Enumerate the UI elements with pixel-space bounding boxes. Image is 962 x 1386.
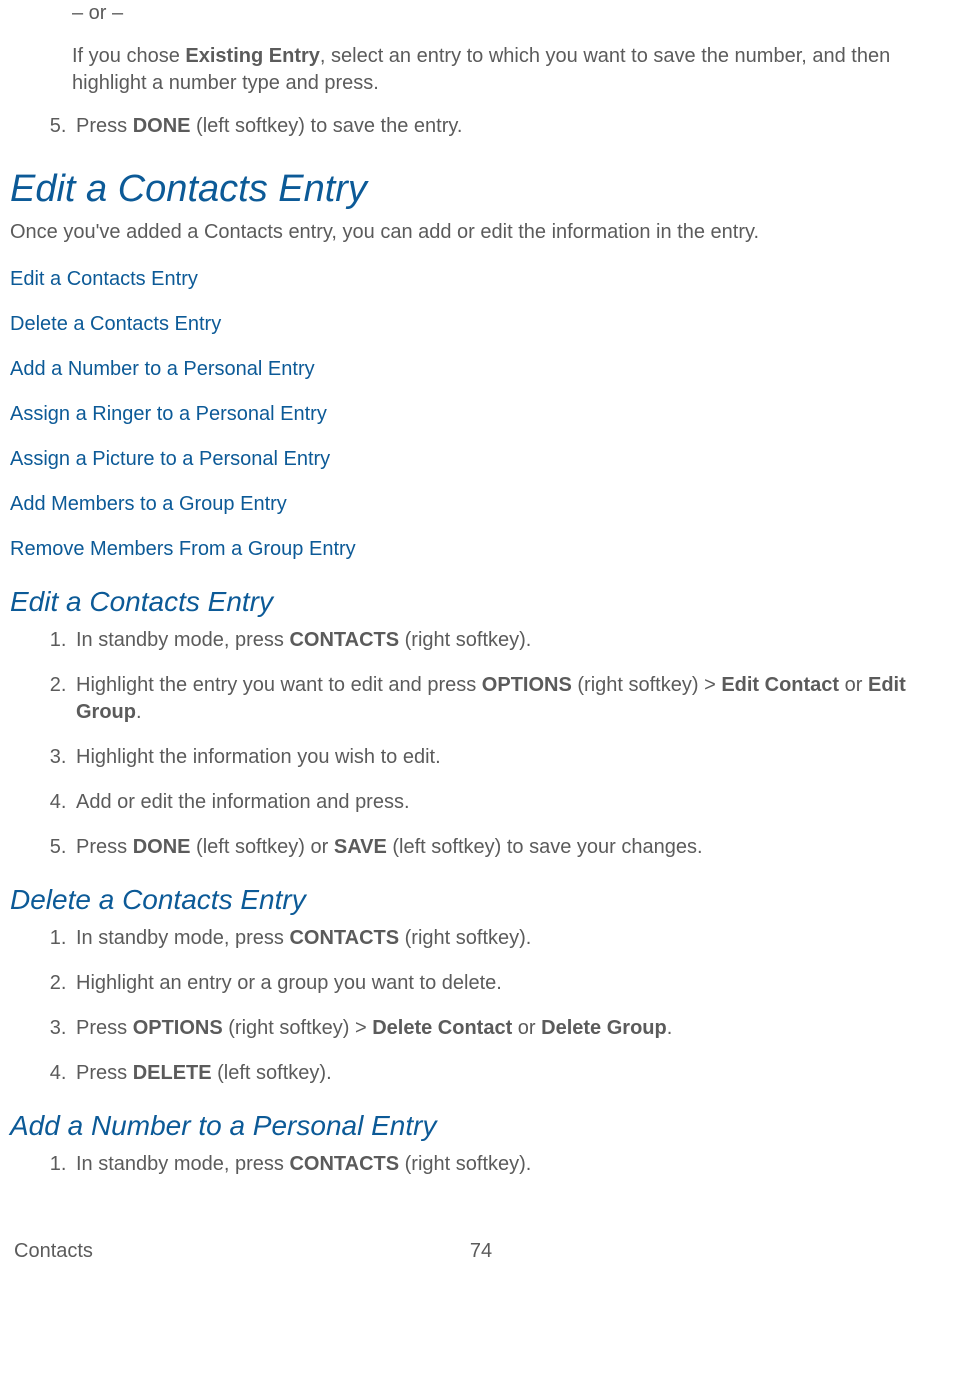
lead-paragraph: Once you've added a Contacts entry, you … <box>10 219 952 246</box>
edit-contacts-steps: In standby mode, press CONTACTS (right s… <box>36 627 952 861</box>
bold-text: DONE <box>133 836 191 858</box>
text: or <box>839 674 868 696</box>
bold-text: CONTACTS <box>289 629 399 651</box>
heading-edit-contacts: Edit a Contacts Entry <box>10 164 952 215</box>
bold-text: CONTACTS <box>289 1153 399 1175</box>
toc-link-delete-contacts[interactable]: Delete a Contacts Entry <box>10 311 952 338</box>
list-item: In standby mode, press CONTACTS (right s… <box>72 1151 952 1178</box>
text: (left softkey) or <box>190 836 333 858</box>
toc-link-remove-members[interactable]: Remove Members From a Group Entry <box>10 536 952 563</box>
text: In standby mode, press <box>76 1153 289 1175</box>
page-footer: Contacts 74 <box>10 1238 952 1265</box>
list-item: Press DONE (left softkey) to save the en… <box>72 113 952 140</box>
text: or <box>512 1017 541 1039</box>
bold-text: CONTACTS <box>289 927 399 949</box>
text: Press <box>76 1017 133 1039</box>
text: In standby mode, press <box>76 629 289 651</box>
text: (right softkey). <box>399 629 531 651</box>
list-item: Press DELETE (left softkey). <box>72 1060 952 1087</box>
list-item: In standby mode, press CONTACTS (right s… <box>72 925 952 952</box>
text: . <box>136 701 142 723</box>
delete-contacts-steps: In standby mode, press CONTACTS (right s… <box>36 925 952 1087</box>
footer-spacer <box>637 1238 948 1265</box>
bold-text: SAVE <box>334 836 387 858</box>
bold-text: Existing Entry <box>185 45 319 67</box>
or-separator: – or – <box>72 0 942 27</box>
text: (right softkey). <box>399 1153 531 1175</box>
list-item: In standby mode, press CONTACTS (right s… <box>72 627 952 654</box>
list-item: Add or edit the information and press. <box>72 789 952 816</box>
text: (right softkey). <box>399 927 531 949</box>
text: (left softkey). <box>212 1062 332 1084</box>
list-item: Press OPTIONS (right softkey) > Delete C… <box>72 1015 952 1042</box>
toc-link-add-number[interactable]: Add a Number to a Personal Entry <box>10 356 952 383</box>
list-item: Press DONE (left softkey) or SAVE (left … <box>72 834 952 861</box>
intro-paragraph: If you chose Existing Entry, select an e… <box>72 43 942 97</box>
bold-text: Delete Group <box>541 1017 667 1039</box>
toc-link-assign-picture[interactable]: Assign a Picture to a Personal Entry <box>10 446 952 473</box>
list-item: Highlight the entry you want to edit and… <box>72 672 952 726</box>
footer-page-number: 74 <box>325 1238 636 1265</box>
text: In standby mode, press <box>76 927 289 949</box>
bold-text: Delete Contact <box>372 1017 512 1039</box>
bold-text: OPTIONS <box>482 674 572 696</box>
toc-link-edit-contacts[interactable]: Edit a Contacts Entry <box>10 266 952 293</box>
list-item: Highlight an entry or a group you want t… <box>72 970 952 997</box>
bold-text: DELETE <box>133 1062 212 1084</box>
bold-text: Edit Contact <box>721 674 839 696</box>
intro-block: – or – If you chose Existing Entry, sele… <box>72 0 942 97</box>
text: Highlight the entry you want to edit and… <box>76 674 482 696</box>
text: Press <box>76 115 133 137</box>
intro-ordered-list: Press DONE (left softkey) to save the en… <box>36 113 952 140</box>
toc-link-add-members[interactable]: Add Members to a Group Entry <box>10 491 952 518</box>
subheading-add-number: Add a Number to a Personal Entry <box>10 1107 952 1145</box>
add-number-steps: In standby mode, press CONTACTS (right s… <box>36 1151 952 1178</box>
footer-section-title: Contacts <box>14 1238 325 1265</box>
list-item: Highlight the information you wish to ed… <box>72 744 952 771</box>
subheading-delete-contacts: Delete a Contacts Entry <box>10 881 952 919</box>
text: (right softkey) > <box>572 674 722 696</box>
text: Press <box>76 836 133 858</box>
text: (left softkey) to save the entry. <box>190 115 462 137</box>
text: . <box>667 1017 673 1039</box>
page-content: – or – If you chose Existing Entry, sele… <box>0 0 962 1295</box>
text: Press <box>76 1062 133 1084</box>
bold-text: DONE <box>133 115 191 137</box>
toc-link-assign-ringer[interactable]: Assign a Ringer to a Personal Entry <box>10 401 952 428</box>
text: If you chose <box>72 45 185 67</box>
bold-text: OPTIONS <box>133 1017 223 1039</box>
text: (left softkey) to save your changes. <box>387 836 703 858</box>
subheading-edit-contacts: Edit a Contacts Entry <box>10 583 952 621</box>
text: (right softkey) > <box>223 1017 373 1039</box>
